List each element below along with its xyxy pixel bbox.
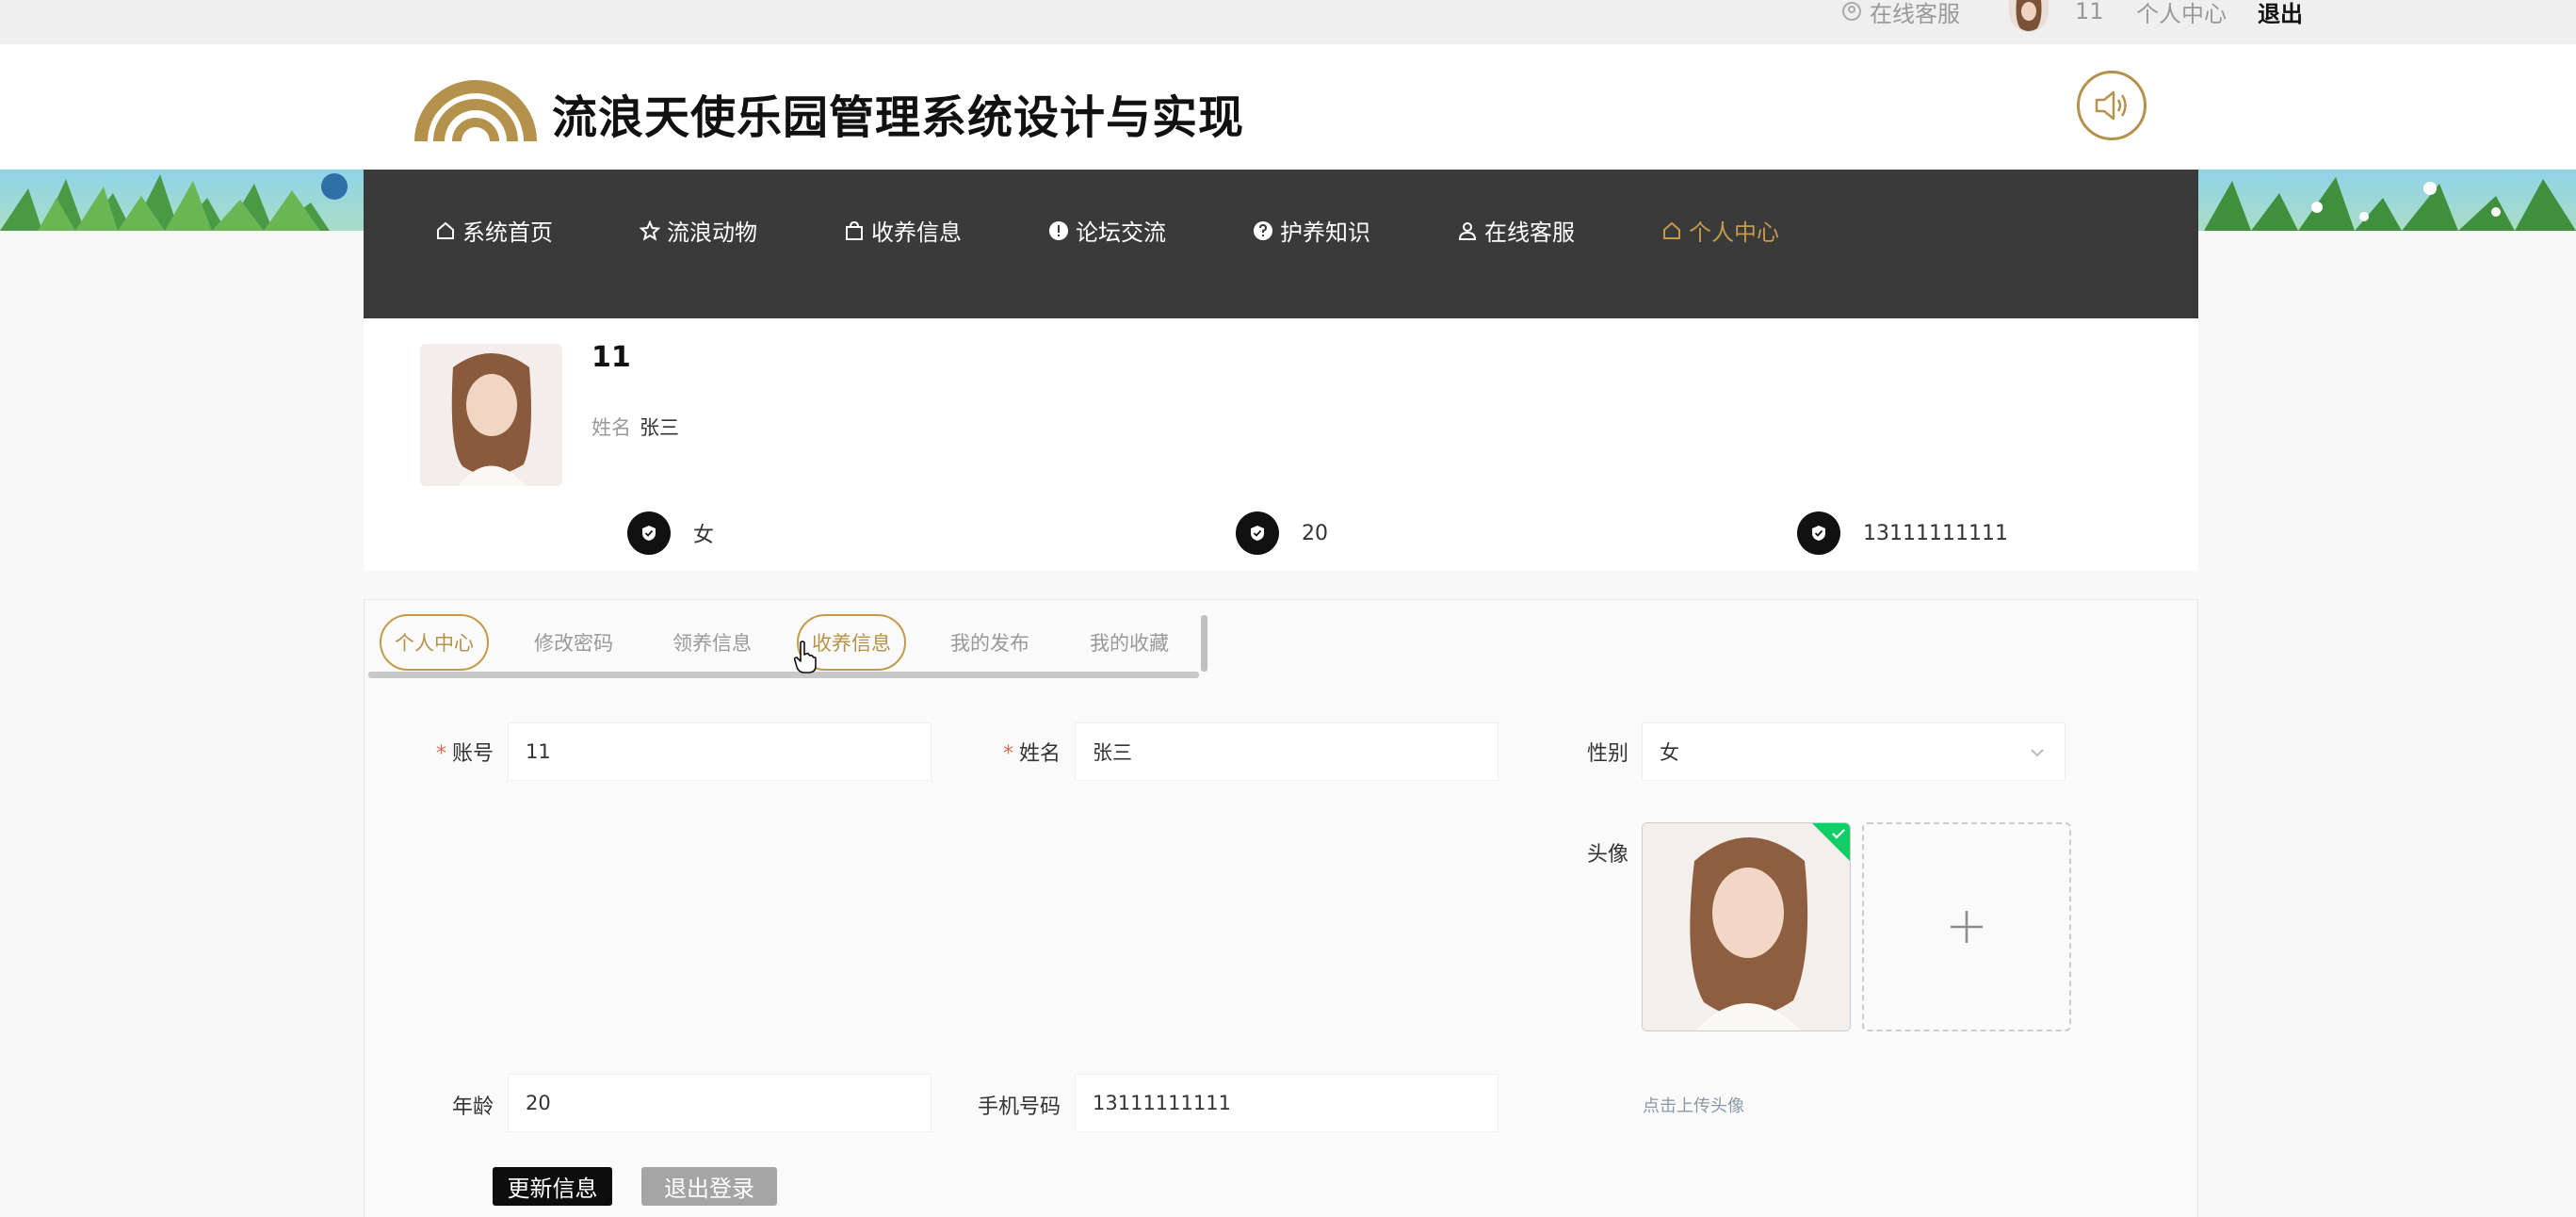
nav-stray-animals-label: 流浪动物	[667, 219, 757, 246]
required-marker: *	[1002, 742, 1013, 766]
nav-care-knowledge-label: 护养知识	[1280, 219, 1370, 246]
site-header: 流浪天使乐园管理系统设计与实现	[0, 44, 2576, 170]
profile-age: 20	[1236, 511, 1328, 555]
plus-icon	[1951, 911, 1983, 943]
tab-personal-center[interactable]: 个人中心	[380, 614, 489, 671]
profile-age-value: 20	[1302, 521, 1328, 545]
profile-avatar	[420, 344, 562, 486]
logout-button[interactable]: 退出登录	[641, 1167, 777, 1206]
nav-forum-label: 论坛交流	[1076, 219, 1166, 246]
nav-online-service[interactable]: 在线客服	[1457, 214, 1575, 247]
phone-label: 手机号码	[977, 1095, 1061, 1119]
name-field[interactable]: 张三	[1075, 722, 1499, 781]
speaker-icon	[2095, 90, 2127, 121]
tab-foster-info[interactable]: 领养信息	[657, 614, 767, 671]
personal-center-card: 个人中心 修改密码 领养信息 收养信息 我的发布 我的收藏 * 账号 11 * 姓名…	[364, 599, 2198, 1217]
nav-adoption-info[interactable]: 收养信息	[844, 214, 962, 247]
home-icon	[437, 221, 454, 239]
profile-summary: 11 姓名 张三 女 20 13111111111	[364, 318, 2198, 571]
phone-value: 13111111111	[1093, 1092, 1231, 1114]
help-icon	[1254, 220, 1272, 240]
tab-change-password[interactable]: 修改密码	[519, 614, 628, 671]
hand-cursor-icon	[793, 641, 818, 678]
tabs-vertical-scrollbar[interactable]	[1201, 615, 1207, 672]
nav-stray-animals[interactable]: 流浪动物	[640, 214, 757, 247]
nav-personal-center-label: 个人中心	[1689, 219, 1779, 246]
audio-toggle-button[interactable]	[2077, 71, 2147, 140]
check-icon	[1832, 829, 1845, 839]
profile-gender: 女	[627, 511, 714, 555]
age-field[interactable]: 20	[508, 1074, 932, 1132]
bag-icon	[846, 220, 863, 240]
tabs-horizontal-scrollbar[interactable]	[368, 672, 1199, 678]
nav-online-service-label: 在线客服	[1484, 219, 1575, 246]
age-value: 20	[526, 1092, 551, 1114]
profile-name-value: 张三	[640, 416, 679, 439]
nav-care-knowledge[interactable]: 护养知识	[1253, 214, 1370, 247]
tab-my-posts[interactable]: 我的发布	[935, 614, 1045, 671]
avatar-portrait-icon	[2016, 0, 2042, 31]
uploaded-avatar[interactable]	[1642, 822, 1851, 1031]
main-navigation: 系统首页 流浪动物 收养信息 论坛交流 护养知识 在线客服 个人中心	[364, 170, 2198, 318]
avatar-label: 头像	[1586, 843, 1628, 867]
profile-phone-value: 13111111111	[1863, 521, 2008, 545]
profile-phone: 13111111111	[1797, 511, 2008, 555]
avatar-upload-button[interactable]	[1862, 822, 2071, 1031]
name-value: 张三	[1093, 741, 1132, 764]
personal-center-link[interactable]: 个人中心	[2136, 0, 2227, 27]
online-service-label: 在线客服	[1870, 0, 1960, 27]
profile-username: 11	[591, 341, 631, 374]
profile-gender-value: 女	[693, 524, 715, 547]
chevron-down-icon	[2031, 749, 2044, 757]
shield-icon	[627, 511, 671, 555]
upload-tip: 点击上传头像	[1643, 1096, 1744, 1116]
online-service-link[interactable]: 在线客服	[1841, 0, 1960, 27]
gender-value: 女	[1660, 741, 1679, 764]
age-label: 年龄	[451, 1095, 494, 1119]
top-utility-bar: 在线客服 11 个人中心 退出	[0, 0, 2576, 44]
topbar-avatar[interactable]	[2009, 0, 2049, 32]
account-value: 11	[526, 740, 551, 763]
logo-arches-icon	[414, 80, 537, 141]
nav-home[interactable]: 系统首页	[435, 214, 553, 247]
tab-my-favorites[interactable]: 我的收藏	[1075, 614, 1184, 671]
shield-icon	[1236, 511, 1279, 555]
account-label: * 账号	[435, 742, 494, 766]
shield-icon	[1797, 511, 1840, 555]
required-marker: *	[435, 742, 446, 766]
update-info-button[interactable]: 更新信息	[493, 1167, 612, 1206]
account-field[interactable]: 11	[508, 722, 932, 781]
logout-link[interactable]: 退出	[2258, 0, 2303, 27]
site-logo	[413, 70, 539, 149]
gender-select[interactable]: 女	[1642, 722, 2066, 781]
user-circle-icon	[1842, 2, 1861, 21]
profile-name-label: 姓名	[591, 416, 631, 439]
portrait-image	[420, 344, 562, 486]
star-icon	[640, 219, 660, 241]
gender-label: 性别	[1586, 742, 1628, 766]
nav-adoption-info-label: 收养信息	[871, 219, 962, 246]
phone-field[interactable]: 13111111111	[1075, 1074, 1499, 1132]
nav-forum[interactable]: 论坛交流	[1048, 214, 1166, 247]
site-title: 流浪天使乐园管理系统设计与实现	[552, 91, 1245, 144]
nav-personal-center[interactable]: 个人中心	[1661, 214, 1779, 247]
topbar-username: 11	[2075, 0, 2104, 24]
alert-icon	[1049, 220, 1068, 240]
home-icon	[1663, 221, 1680, 239]
nav-home-label: 系统首页	[462, 219, 553, 246]
name-label: * 姓名	[1002, 742, 1061, 766]
user-icon	[1458, 221, 1477, 240]
